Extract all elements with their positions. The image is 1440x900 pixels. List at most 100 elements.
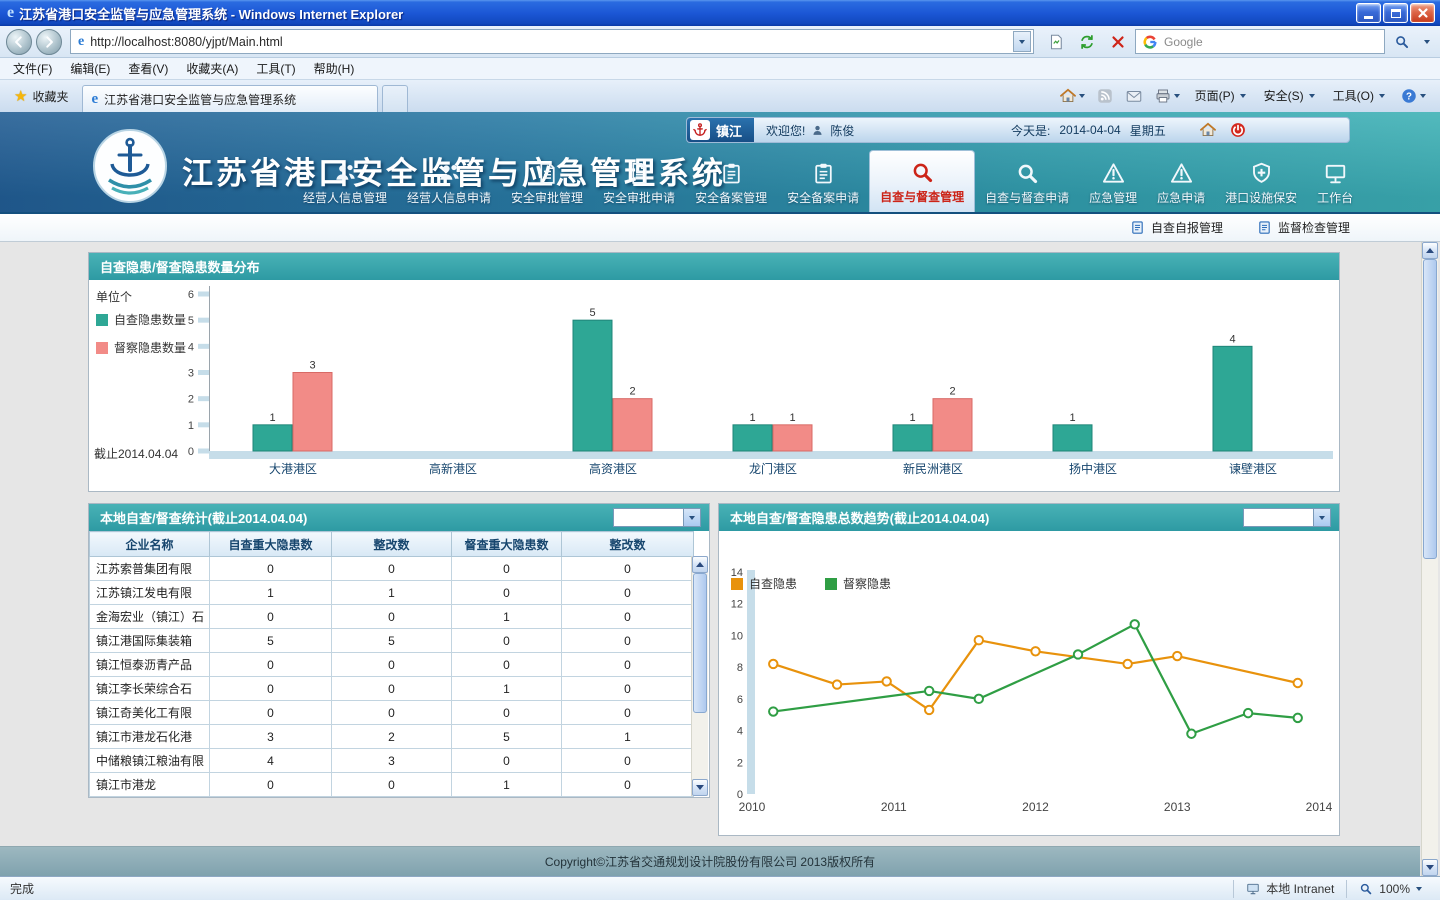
nav-item-safety-approval-mgmt[interactable]: 安全审批管理 <box>501 154 593 212</box>
new-tab-button[interactable] <box>382 85 408 112</box>
table-row[interactable]: 镇江市港龙0010 <box>90 773 694 797</box>
subnav-item-supervision-check-mgmt[interactable]: 监督检查管理 <box>1257 219 1350 236</box>
nav-item-port-facility-security[interactable]: 港口设施保安 <box>1215 154 1307 212</box>
company-name-cell: 江苏索普集团有限 <box>90 557 210 581</box>
unit-label: 单位个 <box>96 288 132 305</box>
table-row[interactable]: 中储粮镇江粮油有限4300 <box>90 749 694 773</box>
search-button[interactable] <box>1389 29 1415 54</box>
address-history-button[interactable] <box>1013 31 1031 52</box>
svg-text:0: 0 <box>188 446 194 458</box>
favorites-button[interactable]: ★ 收藏夹 <box>4 83 78 110</box>
svg-text:1: 1 <box>749 412 755 424</box>
combo-dropdown-button[interactable] <box>683 509 700 526</box>
menu-item[interactable]: 编辑(E) <box>61 57 119 80</box>
scroll-track[interactable] <box>1422 259 1438 859</box>
nav-item-operator-info-apply[interactable]: 经营人信息申请 <box>397 154 501 212</box>
feeds-button[interactable] <box>1092 84 1118 108</box>
close-icon <box>1417 7 1429 19</box>
search-options-button[interactable] <box>1419 29 1434 54</box>
table-row[interactable]: 镇江港国际集装箱5500 <box>90 629 694 653</box>
value-cell: 0 <box>332 773 452 797</box>
company-name-cell: 镇江恒泰沥青产品 <box>90 653 210 677</box>
value-cell: 0 <box>562 557 694 581</box>
menu-item[interactable]: 收藏夹(A) <box>177 57 247 80</box>
table-row[interactable]: 江苏索普集团有限0000 <box>90 557 694 581</box>
svg-text:4: 4 <box>737 726 743 738</box>
search-box[interactable]: Google <box>1135 29 1385 54</box>
nav-item-label: 自查与督查申请 <box>985 189 1069 206</box>
compatibility-button[interactable] <box>1042 29 1069 54</box>
value-cell: 0 <box>332 557 452 581</box>
help-button[interactable]: ? <box>1396 84 1430 108</box>
toolbar-button[interactable]: 工具(O) <box>1325 83 1393 108</box>
line-filter-combo[interactable] <box>1243 508 1331 527</box>
svg-text:6: 6 <box>188 289 194 301</box>
address-field[interactable]: e http://localhost:8080/yjpt/Main.html <box>70 29 1034 54</box>
toolbar-button[interactable]: 安全(S) <box>1256 83 1323 108</box>
zoom-control[interactable]: 100% <box>1346 880 1434 898</box>
maximize-button[interactable] <box>1383 3 1408 23</box>
nav-item-label: 安全审批管理 <box>511 189 583 206</box>
value-cell: 1 <box>452 677 562 701</box>
browser-tab[interactable]: e 江苏省港口安全监管与应急管理系统 <box>82 85 378 112</box>
column-header: 整改数 <box>562 532 694 557</box>
nav-item-emergency-mgmt[interactable]: 应急管理 <box>1079 154 1147 212</box>
svg-text:新民洲港区: 新民洲港区 <box>903 461 963 476</box>
nav-item-self-supervision-mgmt[interactable]: 自查与督查管理 <box>869 150 975 212</box>
copyright-text: Copyright©江苏省交通规划设计院股份有限公司 2013版权所有 <box>545 853 875 870</box>
nav-item-safety-record-mgmt[interactable]: 安全备案管理 <box>685 154 777 212</box>
stop-button[interactable] <box>1104 29 1131 54</box>
weekday: 星期五 <box>1130 122 1166 139</box>
table-row[interactable]: 镇江恒泰沥青产品0000 <box>90 653 694 677</box>
scroll-up-button[interactable] <box>1422 242 1438 259</box>
value-cell: 0 <box>562 629 694 653</box>
print-button[interactable] <box>1150 84 1184 108</box>
tab-title: 江苏省港口安全监管与应急管理系统 <box>104 91 296 108</box>
arrow-down-icon <box>696 785 704 790</box>
table-filter-combo[interactable] <box>613 508 701 527</box>
scroll-thumb[interactable] <box>693 573 707 713</box>
forward-button[interactable] <box>36 29 62 55</box>
close-button[interactable] <box>1410 3 1435 23</box>
value-cell: 0 <box>562 677 694 701</box>
table-scrollbar[interactable] <box>691 556 708 796</box>
back-button[interactable] <box>6 29 32 55</box>
nav-item-safety-record-apply[interactable]: 安全备案申请 <box>777 154 869 212</box>
scroll-track[interactable] <box>692 573 708 779</box>
nav-item-emergency-apply[interactable]: 应急申请 <box>1147 154 1215 212</box>
dropdown-icon <box>689 516 695 520</box>
table-row[interactable]: 江苏镇江发电有限1100 <box>90 581 694 605</box>
menu-item[interactable]: 帮助(H) <box>305 57 364 80</box>
menu-item[interactable]: 文件(F) <box>4 57 61 80</box>
scroll-down-button[interactable] <box>692 779 708 796</box>
table-row[interactable]: 镇江市港龙石化港3251 <box>90 725 694 749</box>
combo-dropdown-button[interactable] <box>1313 509 1330 526</box>
table-row[interactable]: 镇江奇美化工有限0000 <box>90 701 694 725</box>
table-row[interactable]: 镇江李长荣综合石0010 <box>90 677 694 701</box>
home-icon[interactable] <box>1199 121 1217 139</box>
toolbar-button[interactable]: 页面(P) <box>1187 83 1254 108</box>
value-cell: 0 <box>562 581 694 605</box>
content-scrollbar[interactable] <box>1421 242 1438 876</box>
nav-item-self-supervision-apply[interactable]: 自查与督查申请 <box>975 154 1079 212</box>
subnav-item-self-report-mgmt[interactable]: 自查自报管理 <box>1130 219 1223 236</box>
minimize-button[interactable] <box>1356 3 1381 23</box>
scroll-down-button[interactable] <box>1422 859 1438 876</box>
search-placeholder: Google <box>1164 35 1203 49</box>
nav-item-label: 应急申请 <box>1157 189 1205 206</box>
refresh-icon <box>1078 33 1096 51</box>
read-mail-button[interactable] <box>1121 84 1147 108</box>
logout-icon[interactable] <box>1229 121 1247 139</box>
port-logo-icon <box>92 128 168 204</box>
home-button[interactable] <box>1055 84 1089 108</box>
self-check-bar <box>1213 346 1252 451</box>
nav-item-workbench[interactable]: 工作台 <box>1307 154 1363 212</box>
scroll-up-button[interactable] <box>692 556 708 573</box>
table-row[interactable]: 金海宏业（镇江）石0010 <box>90 605 694 629</box>
scroll-thumb[interactable] <box>1423 259 1437 559</box>
refresh-button[interactable] <box>1073 29 1100 54</box>
nav-item-operator-info-mgmt[interactable]: 经营人信息管理 <box>293 154 397 212</box>
menu-item[interactable]: 查看(V) <box>119 57 177 80</box>
nav-item-safety-approval-apply[interactable]: 安全审批申请 <box>593 154 685 212</box>
menu-item[interactable]: 工具(T) <box>247 57 304 80</box>
